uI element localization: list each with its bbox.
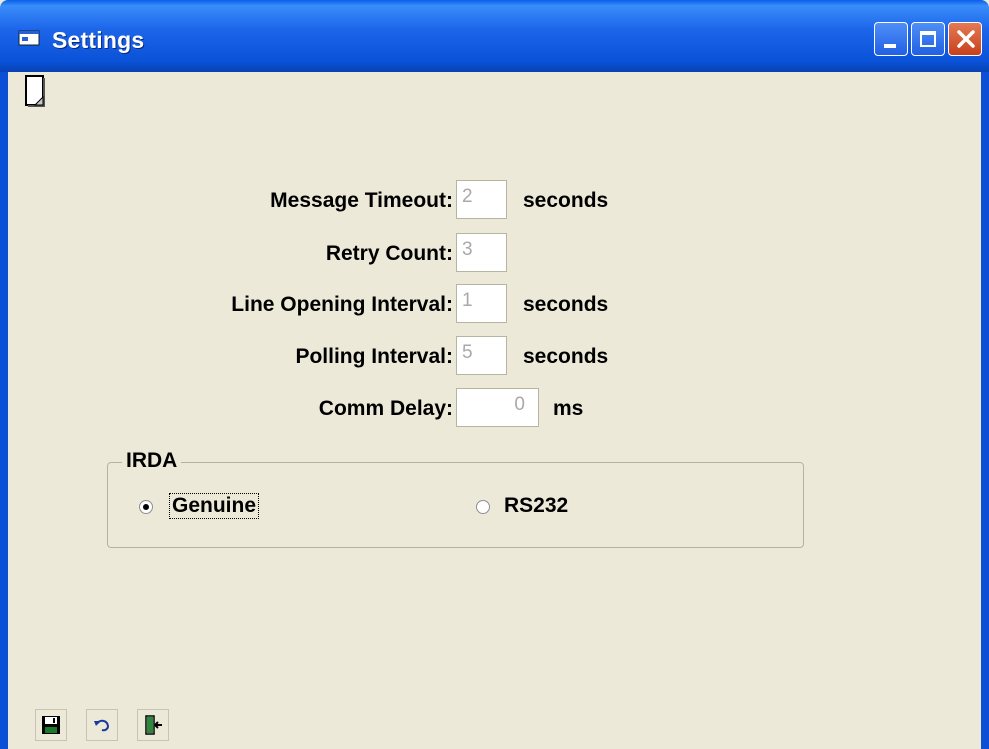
retry-count-label: Retry Count: <box>325 242 453 265</box>
window-frame-left <box>0 72 8 749</box>
maximize-icon <box>920 31 936 47</box>
rs232-radio-label[interactable]: RS232 <box>504 494 568 518</box>
undo-icon <box>94 719 110 732</box>
exit-button[interactable] <box>137 709 169 741</box>
minimize-icon <box>884 44 896 48</box>
close-button[interactable] <box>948 22 982 56</box>
polling-interval-field[interactable]: 5 <box>456 336 507 375</box>
minimize-button[interactable] <box>874 22 908 56</box>
message-timeout-unit: seconds <box>523 189 609 212</box>
window-title: Settings <box>52 27 145 53</box>
genuine-radio-label[interactable]: Genuine <box>168 493 260 519</box>
save-icon <box>42 716 60 734</box>
message-timeout-label: Message Timeout: <box>270 189 453 212</box>
message-timeout-field[interactable]: 2 <box>456 180 507 219</box>
retry-count-field[interactable]: 3 <box>456 233 507 272</box>
save-button[interactable] <box>35 709 67 741</box>
document-icon[interactable] <box>24 74 46 108</box>
radio-selected-dot <box>143 504 149 510</box>
line-opening-interval-unit: seconds <box>523 293 609 316</box>
app-icon <box>18 30 40 46</box>
polling-interval-label: Polling Interval: <box>295 345 453 368</box>
line-opening-interval-field[interactable]: 1 <box>456 284 507 323</box>
settings-window: Settings Message Timeout: 2 seconds Retr… <box>0 0 989 749</box>
comm-delay-label: Comm Delay: <box>318 397 453 420</box>
comm-delay-unit: ms <box>553 397 584 420</box>
line-opening-interval-label: Line Opening Interval: <box>231 293 453 316</box>
exit-icon <box>145 715 162 735</box>
comm-delay-field[interactable]: 0 <box>456 388 539 427</box>
irda-group-title: IRDA <box>122 449 182 473</box>
window-frame-right <box>981 72 989 749</box>
maximize-button[interactable] <box>911 22 945 56</box>
title-bar[interactable]: Settings <box>0 0 989 72</box>
close-icon <box>957 30 975 48</box>
undo-button[interactable] <box>86 709 118 741</box>
polling-interval-unit: seconds <box>523 345 609 368</box>
rs232-radio[interactable] <box>476 500 490 514</box>
genuine-radio[interactable] <box>139 500 153 514</box>
